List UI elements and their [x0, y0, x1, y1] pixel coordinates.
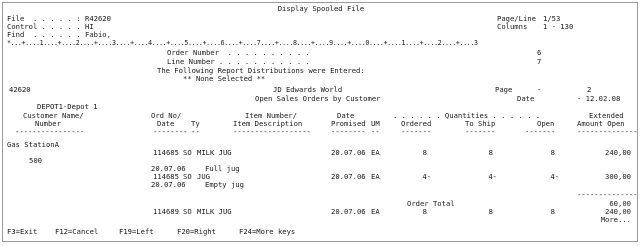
- item-description: Empty jug: [205, 180, 244, 189]
- page-value: 2: [587, 85, 592, 94]
- depot-row: DEPOT1-Depot 1: [7, 103, 635, 111]
- more-indicator: More...: [600, 215, 631, 224]
- window-title: Display Spooled File: [277, 4, 365, 13]
- underline-to-ship: -------: [465, 127, 496, 136]
- line-number-row: Line Number . . . . . . . . . . . 7: [7, 58, 635, 66]
- terminal-screen: Display Spooled File File . . . . . : R4…: [3, 3, 638, 241]
- order-number-label: Order Number . . . . . . . . . .: [167, 48, 310, 57]
- unit-of-measure: EA: [371, 207, 380, 216]
- promised-date: 20.07.06: [331, 207, 366, 216]
- spooled-file-window: Display Spooled File File . . . . . : R4…: [2, 2, 638, 242]
- unit-of-measure: EA: [371, 172, 380, 181]
- table-row: 114685 SO JUG 20.07.06 EA 4- 4- 4- 300,0…: [7, 173, 635, 181]
- distributions-row: The Following Report Distributions were …: [7, 67, 635, 75]
- amount-open: 240,00: [605, 148, 631, 157]
- date-label: Date: [517, 94, 535, 103]
- line-number-label: Line Number . . . . . . . . . . .: [167, 57, 310, 66]
- f3-exit-key[interactable]: F3=Exit: [7, 228, 37, 236]
- qty-open: 8: [550, 148, 555, 157]
- underline-item: ------------------: [233, 127, 311, 136]
- report-title: Open Sales Orders by Customer: [255, 94, 381, 103]
- underline-customer: ----------------: [15, 127, 85, 136]
- amount-open: 300,00: [605, 172, 631, 181]
- underline-amount: --------------: [577, 127, 638, 136]
- order-total-row: Order Total 60,00: [7, 200, 635, 208]
- columns-value: 1 - 130: [543, 22, 574, 31]
- company-name: JD Edwards World: [273, 85, 343, 94]
- qty-ordered: 4-: [422, 172, 431, 181]
- customer-name: Gas StationA: [7, 140, 59, 149]
- customer-number: 500: [29, 156, 42, 165]
- order-number-value: 6: [537, 48, 542, 57]
- item-number: MILK JUG: [197, 207, 232, 216]
- underline-um: --: [371, 127, 380, 136]
- column-ruler: *...+....1....+....2....+....3....+....4…: [7, 39, 635, 47]
- f24-more-keys[interactable]: F24=More keys: [239, 228, 295, 236]
- total-underline: --------------: [577, 190, 638, 199]
- item-description: Full jug: [205, 164, 240, 173]
- underline-promised: --------: [331, 127, 366, 136]
- unit-of-measure: EA: [371, 148, 380, 157]
- table-row: 114689 SO MILK JUG 20.07.06 EA 8 8 8 240…: [7, 208, 635, 216]
- order-type: SO: [183, 207, 192, 216]
- table-row-detail: 20.07.06 Empty jug: [7, 181, 635, 189]
- page-dash: -: [537, 85, 542, 94]
- item-number: MILK JUG: [197, 148, 232, 157]
- order-total-label: Order Total: [407, 199, 455, 208]
- find-row: Find . . . . . . Fabio,: [7, 31, 635, 39]
- underline-ty: --: [191, 127, 200, 136]
- report-header-row: 42620 JD Edwards World Page - 2: [7, 86, 635, 94]
- report-id: 42620: [9, 85, 31, 94]
- underline-open: -------: [525, 127, 556, 136]
- total-open: 8: [550, 207, 555, 216]
- order-date: 20.07.06: [151, 180, 186, 189]
- column-underlines: ---------------- -------- -- -----------…: [7, 127, 638, 136]
- line-number-value: 7: [537, 57, 542, 66]
- f12-cancel-key[interactable]: F12=Cancel: [55, 228, 98, 236]
- f20-right-key[interactable]: F20=Right: [177, 228, 216, 236]
- total-underline-row: --------------: [7, 190, 638, 199]
- find-input[interactable]: Fabio,: [85, 31, 111, 39]
- report-title-row: Open Sales Orders by Customer Date - 12.…: [7, 95, 635, 103]
- page-label: Page: [495, 85, 513, 94]
- columns-label: Columns: [497, 22, 528, 31]
- order-type: SO: [183, 148, 192, 157]
- underline-ord: --------: [153, 127, 188, 136]
- customer-name-row: Gas StationA: [7, 141, 635, 149]
- table-row: 114685 SO MILK JUG 20.07.06 EA 8 8 8 240…: [7, 149, 635, 157]
- function-keys: F3=Exit F12=Cancel F19=Left F20=Right F2…: [7, 228, 635, 236]
- file-row: File . . . . . : R42620 Page/Line 1/53: [7, 15, 635, 23]
- none-selected-row: ** None Selected **: [7, 75, 635, 83]
- f19-left-key[interactable]: F19=Left: [119, 228, 154, 236]
- date-value: - 12.02.08: [577, 94, 621, 103]
- qty-open: 4-: [550, 172, 559, 181]
- order-number-row: Order Number . . . . . . . . . . 6: [7, 49, 635, 57]
- more-row: More...: [7, 216, 635, 224]
- depot-name: DEPOT1-Depot 1: [37, 102, 98, 111]
- underline-ordered: -------: [401, 127, 432, 136]
- qty-to-ship: 8: [488, 148, 493, 157]
- total-ordered: 8: [422, 207, 427, 216]
- total-to-ship: 8: [488, 207, 493, 216]
- title-row: Display Spooled File: [7, 5, 635, 13]
- order-number: 114689: [153, 207, 179, 216]
- order-number: 114685: [153, 148, 179, 157]
- qty-to-ship: 4-: [488, 172, 497, 181]
- none-selected: ** None Selected **: [183, 74, 266, 83]
- table-row-detail: 20.07.06 Full jug: [7, 165, 635, 173]
- ruler-text: *...+....1....+....2....+....3....+....4…: [7, 39, 478, 47]
- find-label: Find . . . . . .: [7, 30, 81, 39]
- promised-date: 20.07.06: [331, 148, 366, 157]
- qty-ordered: 8: [422, 148, 427, 157]
- customer-number-row: 500: [7, 157, 635, 165]
- promised-date: 20.07.06: [331, 172, 366, 181]
